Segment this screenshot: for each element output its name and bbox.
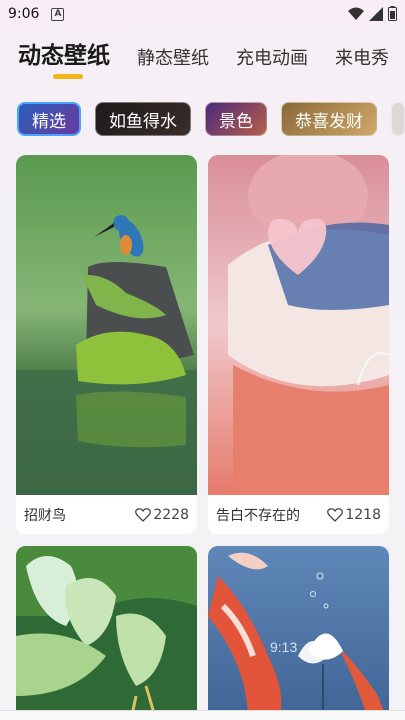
tab-call-show[interactable]: 来电秀 (335, 44, 389, 70)
status-time: 9:06 (8, 6, 40, 22)
tab-dynamic-wallpaper[interactable]: 动态壁纸 (18, 36, 110, 70)
heart-icon (327, 508, 344, 522)
filter-chips: 精选 如鱼得水 景色 恭喜发财 (17, 102, 405, 136)
like-count[interactable]: 2228 (135, 507, 189, 523)
like-count[interactable]: 1218 (327, 507, 381, 523)
wallpaper-card[interactable]: 告白不存在的 1218 (208, 155, 389, 534)
signal-icon (369, 6, 383, 21)
status-icons (348, 6, 397, 21)
wallpaper-image-pig-heart (208, 155, 389, 495)
tab-indicator (53, 74, 83, 79)
card-title: 告白不存在的 (216, 508, 300, 524)
chip-fish[interactable]: 如鱼得水 (95, 102, 191, 136)
wifi-icon (348, 7, 364, 20)
wallpaper-card[interactable]: 9:13 (208, 546, 389, 720)
chip-scenery[interactable]: 景色 (205, 102, 267, 136)
wallpaper-image-kingfisher (16, 155, 197, 495)
card-title: 招财鸟 (24, 508, 66, 524)
tab-charging-animation[interactable]: 充电动画 (236, 44, 308, 70)
heart-icon (135, 508, 152, 522)
wallpaper-image-lotus (16, 546, 197, 720)
wallpaper-card[interactable]: 招财鸟 2228 (16, 155, 197, 534)
wallpaper-image-koi: 9:13 (208, 546, 389, 720)
battery-icon (388, 6, 397, 21)
category-tabs: 动态壁纸 静态壁纸 充电动画 来电秀 (18, 36, 405, 70)
chip-fortune[interactable]: 恭喜发财 (281, 102, 377, 136)
status-bar: 9:06 A (0, 0, 405, 28)
notification-icon: A (51, 7, 65, 21)
wallpaper-card[interactable] (16, 546, 197, 720)
chip-featured[interactable]: 精选 (17, 102, 81, 136)
card-time-overlay: 9:13 (270, 639, 297, 655)
card-footer: 告白不存在的 1218 (208, 495, 389, 534)
bottom-nav (0, 710, 405, 720)
chip-more[interactable] (391, 102, 405, 136)
tab-static-wallpaper[interactable]: 静态壁纸 (137, 44, 209, 70)
card-footer: 招财鸟 2228 (16, 495, 197, 534)
